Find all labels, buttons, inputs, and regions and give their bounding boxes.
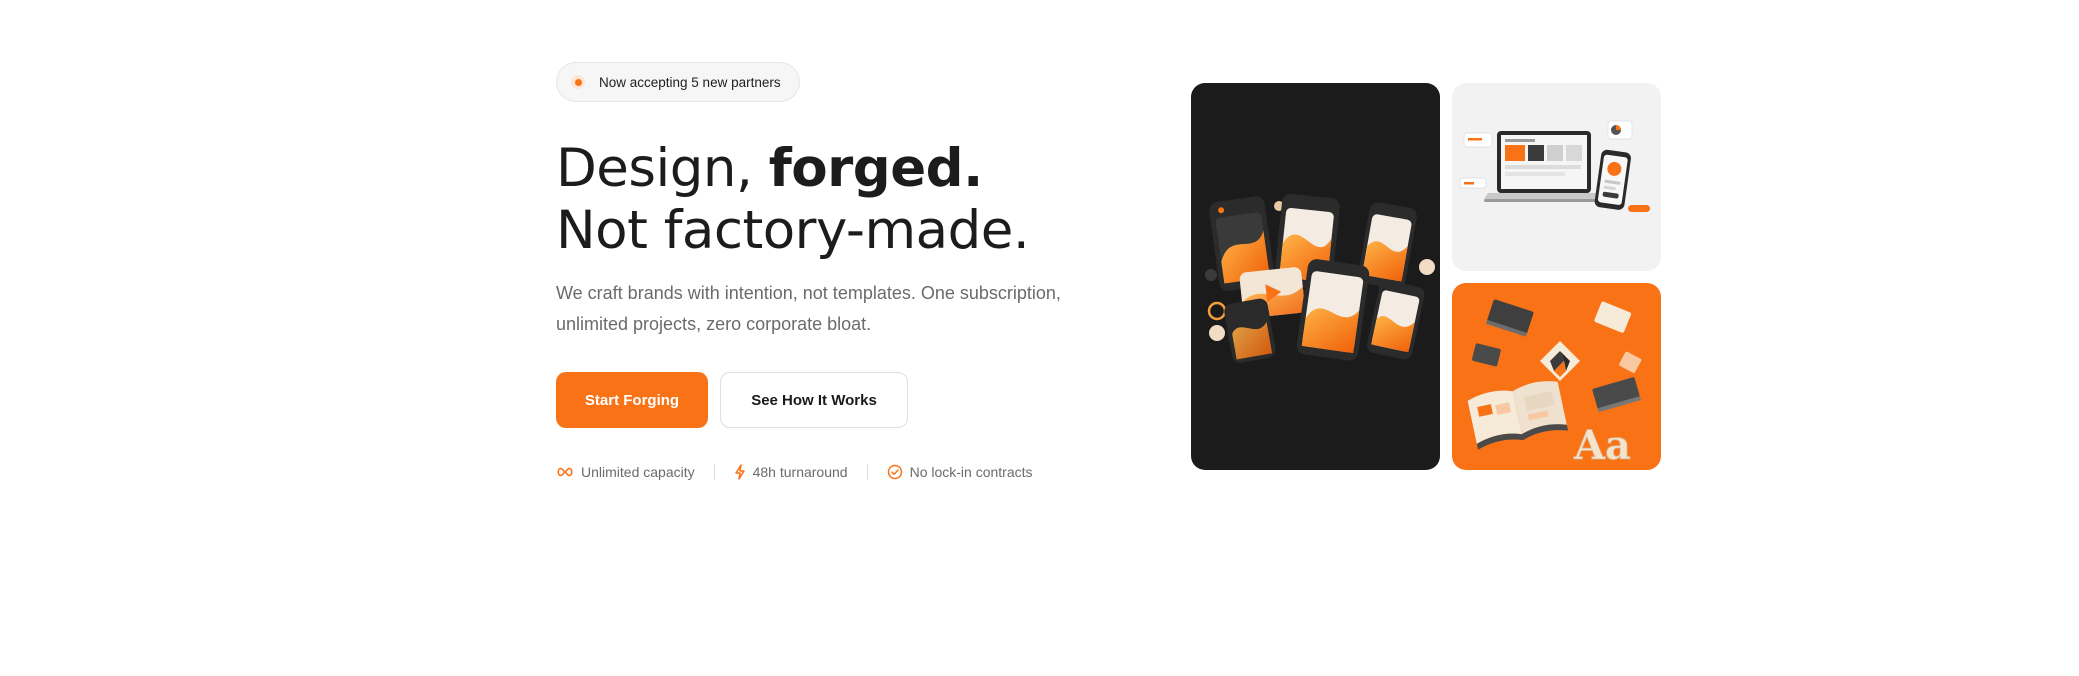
feature-label: No lock-in contracts — [909, 464, 1033, 480]
hero-section: Now accepting 5 new partners Design, for… — [556, 62, 1076, 480]
headline-emphasis: forged. — [768, 138, 984, 199]
divider — [713, 464, 715, 480]
lightning-icon — [734, 464, 745, 480]
feature-label: 48h turnaround — [752, 464, 848, 480]
status-badge: Now accepting 5 new partners — [556, 62, 800, 102]
start-forging-button[interactable]: Start Forging — [556, 372, 708, 428]
feature-no-lock-in: No lock-in contracts — [887, 464, 1033, 480]
laptop-artwork — [1459, 120, 1650, 212]
svg-text:Aa: Aa — [1573, 422, 1631, 469]
divider — [866, 464, 868, 480]
feature-list: Unlimited capacity 48h turnaround No loc… — [556, 464, 1076, 480]
hero-subtitle: We craft brands with intention, not temp… — [556, 283, 1061, 334]
page-title: Design, forged. Not factory-made. — [556, 138, 1076, 262]
phones-artwork — [1205, 193, 1435, 363]
infinity-icon — [557, 467, 573, 477]
books-artwork: Aa — [1467, 299, 1642, 469]
laptop-mockup-illustration — [1452, 83, 1661, 271]
cta-row: Start Forging See How It Works — [556, 372, 1076, 428]
dark-phones-illustration — [1191, 83, 1440, 470]
headline-part-1: Design, — [556, 138, 769, 199]
feature-unlimited-capacity: Unlimited capacity — [556, 464, 695, 480]
feature-label: Unlimited capacity — [581, 464, 695, 480]
check-circle-icon — [887, 464, 902, 480]
headline-part-2: Not factory-made. — [556, 200, 1030, 261]
brand-books-illustration: Aa — [1452, 283, 1661, 470]
see-how-it-works-button[interactable]: See How It Works — [720, 372, 908, 428]
feature-turnaround: 48h turnaround — [734, 464, 848, 480]
badge-text: Now accepting 5 new partners — [599, 74, 781, 90]
status-dot-icon — [571, 75, 585, 89]
